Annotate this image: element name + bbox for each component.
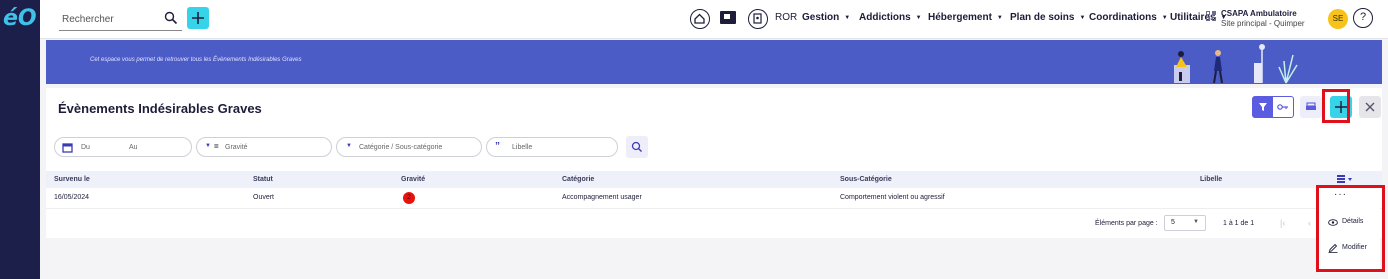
nav-hebergement[interactable]: Hébergement ▼: [928, 12, 1003, 23]
per-page-select[interactable]: 5 ▼: [1164, 215, 1206, 231]
chevron-down-icon: ▼: [844, 15, 851, 21]
table-row[interactable]: 16/05/2024 Ouvert 2 Accompagnement usage…: [46, 188, 1382, 209]
column-header[interactable]: Statut: [253, 176, 273, 183]
phone-book-icon[interactable]: [748, 9, 768, 29]
severity-badge: 2: [403, 192, 415, 204]
column-header[interactable]: Sous-Catégorie: [840, 176, 892, 183]
search-box: [59, 8, 182, 31]
content-panel: Évènements Indésirables Graves Du Au ▼ =…: [46, 88, 1382, 238]
column-header[interactable]: Catégorie: [562, 176, 594, 183]
nav-label: Coordinations: [1089, 12, 1157, 23]
print-button[interactable]: [1300, 96, 1322, 118]
date-to-label: Au: [129, 144, 138, 151]
highlight-row-menu: [1316, 185, 1385, 272]
nav-utilitaires[interactable]: Utilitaires ▼: [1170, 12, 1227, 23]
nav-label: Gestion: [802, 12, 840, 23]
nav-label: Hébergement: [928, 12, 992, 23]
chevron-down-icon: ▼: [1161, 15, 1168, 21]
search-icon: [631, 141, 642, 152]
chevron-down-icon: ▼: [1079, 15, 1086, 21]
chevron-down-icon: ▼: [205, 143, 211, 149]
top-bar: ROR Gestion ▼ Addictions ▼ Hébergement ▼ Pl…: [40, 0, 1388, 39]
ror-link[interactable]: ROR: [775, 12, 797, 23]
date-filter[interactable]: Du Au: [54, 137, 192, 157]
close-icon: [1365, 102, 1375, 112]
close-button[interactable]: [1359, 96, 1381, 118]
help-button[interactable]: ?: [1353, 8, 1373, 28]
cell-categorie: Accompagnement usager: [562, 194, 642, 201]
chevron-down-icon: ▼: [915, 15, 922, 21]
org-site[interactable]: Site principal - Quimper: [1221, 19, 1305, 28]
previous-page-icon[interactable]: ‹: [1308, 218, 1311, 228]
avatar[interactable]: SE: [1328, 9, 1348, 29]
home-icon[interactable]: [690, 9, 710, 29]
cell-survenu: 16/05/2024: [54, 194, 90, 201]
per-page-label: Éléments par page :: [1095, 220, 1158, 227]
org-switch-icon[interactable]: [1206, 11, 1218, 23]
banner-illustration-icon: [1174, 44, 1298, 84]
search-input[interactable]: [59, 8, 159, 30]
screen-icon[interactable]: [720, 11, 736, 24]
equals-icon: =: [214, 142, 219, 151]
gravite-filter[interactable]: ▼ = Gravité: [196, 137, 332, 157]
categorie-filter[interactable]: ▼ Catégorie / Sous-catégorie: [336, 137, 482, 157]
column-header[interactable]: Survenu le: [54, 176, 90, 183]
printer-icon: [1306, 102, 1316, 110]
nav-plan-de-soins[interactable]: Plan de soins ▼: [1010, 12, 1085, 23]
date-from-label: Du: [81, 144, 90, 151]
nav-coordinations[interactable]: Coordinations ▼: [1089, 12, 1168, 23]
first-page-icon[interactable]: |‹: [1280, 218, 1285, 228]
org-name[interactable]: CSAPA Ambulatoire: [1221, 9, 1297, 18]
left-rail: éO: [0, 0, 40, 279]
plus-icon: [192, 12, 204, 24]
libelle-placeholder: Libelle: [512, 144, 533, 151]
nav-label: Plan de soins: [1010, 12, 1075, 23]
chevron-down-icon: ▼: [1193, 219, 1199, 225]
app-logo[interactable]: éO: [3, 6, 39, 36]
nav-addictions[interactable]: Addictions ▼: [859, 12, 922, 23]
key-icon: [1277, 104, 1288, 110]
info-banner: Cet espace vous permet de retrouver tous…: [46, 40, 1382, 84]
libelle-filter[interactable]: ” Libelle: [486, 137, 618, 157]
column-header[interactable]: Libelle: [1200, 176, 1222, 183]
nav-gestion[interactable]: Gestion ▼: [802, 12, 850, 23]
categorie-placeholder: Catégorie / Sous-catégorie: [359, 144, 443, 151]
per-page-value: 5: [1171, 219, 1175, 226]
filter-search-button[interactable]: [626, 136, 648, 158]
highlight-add-button: [1322, 89, 1350, 123]
severity-value: 2: [407, 194, 411, 201]
filter-icon: [1253, 97, 1273, 117]
quote-icon: ”: [495, 141, 500, 152]
pagination-range: 1 à 1 de 1: [1223, 220, 1255, 227]
search-icon[interactable]: [164, 11, 178, 30]
chevron-down-icon: ▼: [346, 143, 352, 149]
cell-sous-categorie: Comportement violent ou agressif: [840, 194, 945, 201]
calendar-icon: [62, 143, 73, 153]
quick-add-button[interactable]: [187, 7, 209, 29]
table-header: Survenu le Statut Gravité Catégorie Sous…: [46, 171, 1382, 188]
cell-statut: Ouvert: [253, 194, 275, 201]
page-title: Évènements Indésirables Graves: [58, 101, 262, 116]
chevron-down-icon: ▼: [996, 15, 1003, 21]
gravite-placeholder: Gravité: [225, 144, 248, 151]
filter-toggle[interactable]: [1252, 96, 1294, 118]
column-header[interactable]: Gravité: [401, 176, 425, 183]
nav-label: Addictions: [859, 12, 911, 23]
banner-text: Cet espace vous permet de retrouver tous…: [90, 57, 302, 63]
